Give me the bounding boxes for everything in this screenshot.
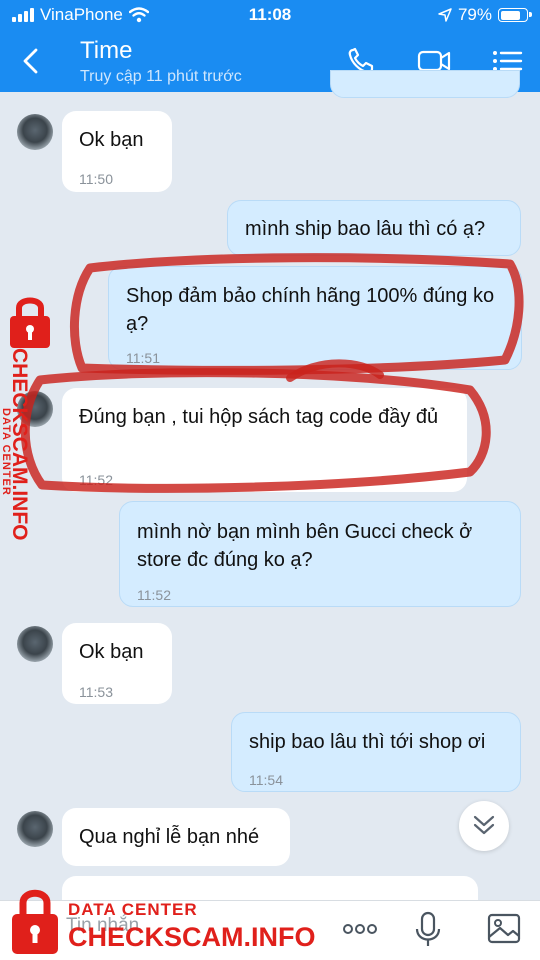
message-text: mình ship bao lâu thì có ạ? — [245, 218, 486, 240]
battery-icon — [498, 8, 532, 22]
status-right: 79% — [438, 5, 532, 25]
message-time: 11:52 — [137, 587, 171, 603]
message-time: 11:51 — [126, 350, 160, 366]
message-bubble-partial — [330, 70, 520, 98]
avatar[interactable] — [17, 114, 53, 150]
avatar[interactable] — [17, 626, 53, 662]
message-bubble[interactable]: Shop đảm bảo chính hãng 100% đúng ko ạ? … — [108, 266, 522, 370]
message-bubble[interactable]: mình nờ bạn mình bên Gucci check ở store… — [119, 501, 521, 607]
watermark-label: DATA CENTER — [68, 900, 198, 919]
message-time: 11:50 — [79, 171, 113, 187]
battery-percent: 79% — [457, 5, 492, 24]
watermark-brand: CHECKSCAM.INFO — [68, 922, 316, 952]
watermark-side: DATA CENTER CHECKSCAM.INFO — [0, 292, 62, 552]
message-text: Ok bạn — [79, 641, 144, 663]
scroll-down-button[interactable] — [459, 801, 509, 851]
last-seen-status: Truy cập 11 phút trước — [80, 68, 242, 85]
battery-level-fill — [500, 10, 521, 20]
message-bubble[interactable]: mình ship bao lâu thì có ạ? — [227, 200, 521, 256]
message-time: 11:52 — [79, 472, 113, 488]
message-bubble[interactable]: ship bao lâu thì tới shop ơi 11:54 — [231, 712, 521, 792]
watermark-side-brand: CHECKSCAM.INFO — [8, 348, 31, 541]
status-bar: VinaPhone 11:08 79% — [0, 0, 540, 30]
message-text: Qua nghỉ lễ bạn nhé — [79, 826, 260, 848]
location-icon — [438, 8, 452, 22]
lock-icon — [12, 889, 58, 954]
watermark-bottom: DATA CENTER CHECKSCAM.INFO — [6, 884, 336, 956]
back-icon[interactable] — [16, 44, 46, 78]
message-text: Đúng bạn , tui hộp sách tag code đầy đủ — [79, 406, 439, 428]
message-bubble[interactable]: Qua nghỉ lễ bạn nhé — [62, 808, 290, 866]
mic-icon[interactable] — [408, 909, 448, 949]
message-text: ship bao lâu thì tới shop ơi — [249, 731, 486, 753]
message-time: 11:54 — [249, 772, 283, 788]
lock-icon — [10, 297, 50, 348]
message-bubble[interactable]: Đúng bạn , tui hộp sách tag code đầy đủ … — [62, 388, 467, 492]
message-bubble[interactable]: Ok bạn 11:50 — [62, 111, 172, 192]
chevron-down-icon — [473, 815, 495, 835]
message-text: mình nờ bạn mình bên Gucci check ở store… — [137, 521, 473, 571]
contact-name[interactable]: Time — [80, 37, 132, 65]
message-text: Shop đảm bảo chính hãng 100% đúng ko ạ? — [126, 285, 495, 335]
message-time: 11:53 — [79, 684, 113, 700]
avatar[interactable] — [17, 811, 53, 847]
image-icon[interactable] — [484, 909, 524, 949]
message-text: Ok bạn — [79, 129, 144, 151]
more-icon[interactable] — [340, 909, 380, 949]
message-bubble[interactable]: Ok bạn 11:53 — [62, 623, 172, 704]
